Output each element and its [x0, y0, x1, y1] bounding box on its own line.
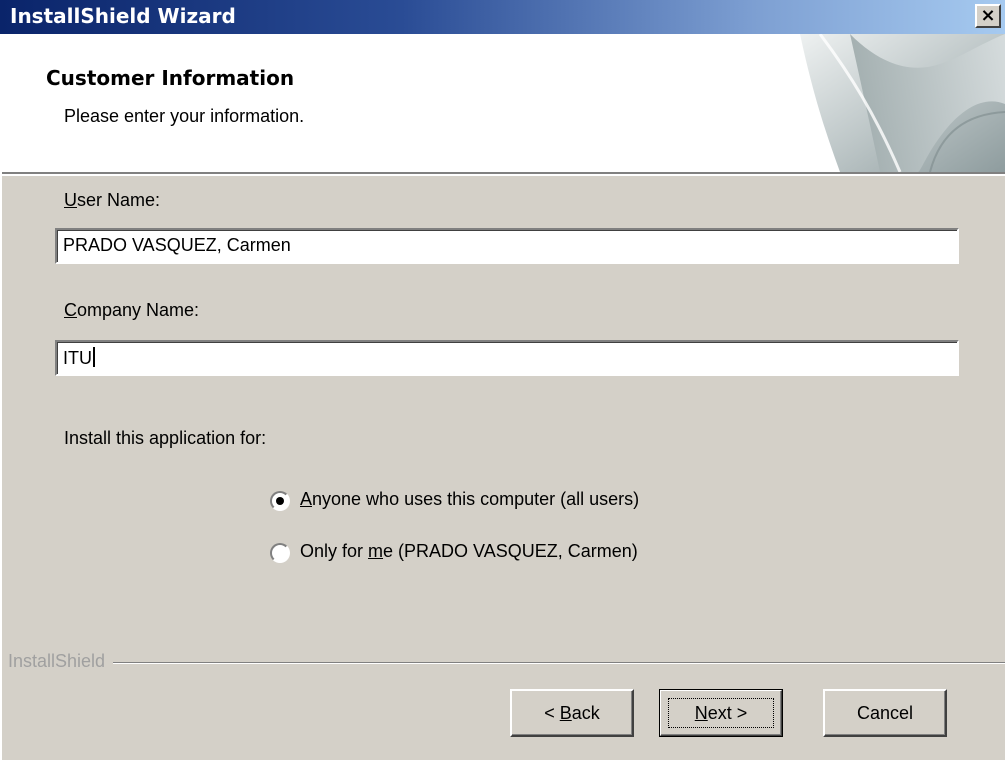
radio-unselected-icon[interactable] — [270, 543, 290, 563]
installshield-wizard-window: InstallShield Wizard × Customer Informat… — [0, 0, 1005, 760]
company-name-label: Company Name: — [64, 300, 200, 320]
close-button[interactable]: × — [975, 4, 1001, 28]
header-divider — [0, 172, 1005, 176]
title-bar[interactable]: InstallShield Wizard × — [0, 0, 1005, 34]
radio-label-only-me: Only for me (PRADO VASQUEZ, Carmen) — [300, 541, 638, 561]
cancel-button-label: Cancel — [856, 703, 914, 723]
page-curl-graphic — [800, 34, 1005, 172]
back-button[interactable]: < Back — [510, 689, 634, 737]
page-title: Customer Information — [46, 66, 295, 90]
install-for-label: Install this application for: — [64, 428, 267, 448]
text-caret — [93, 347, 95, 367]
back-button-label: < Back — [544, 703, 600, 723]
user-name-input[interactable]: PRADO VASQUEZ, Carmen — [55, 228, 959, 264]
footer-divider — [8, 662, 1005, 664]
next-button[interactable]: Next > — [659, 689, 783, 737]
window-left-edge — [0, 34, 2, 760]
radio-label-all-users: Anyone who uses this computer (all users… — [300, 489, 640, 509]
company-name-input[interactable]: ITU — [55, 340, 959, 376]
window-title: InstallShield Wizard — [10, 4, 236, 28]
next-button-label: Next > — [694, 703, 748, 723]
wizard-header: Customer Information Please enter your i… — [0, 34, 1005, 172]
page-subtitle: Please enter your information. — [64, 106, 305, 126]
close-icon: × — [980, 5, 996, 26]
user-name-label: User Name: — [64, 190, 161, 210]
radio-selected-icon[interactable] — [270, 491, 290, 511]
installshield-brand-label: InstallShield — [8, 651, 114, 672]
cancel-button[interactable]: Cancel — [823, 689, 947, 737]
